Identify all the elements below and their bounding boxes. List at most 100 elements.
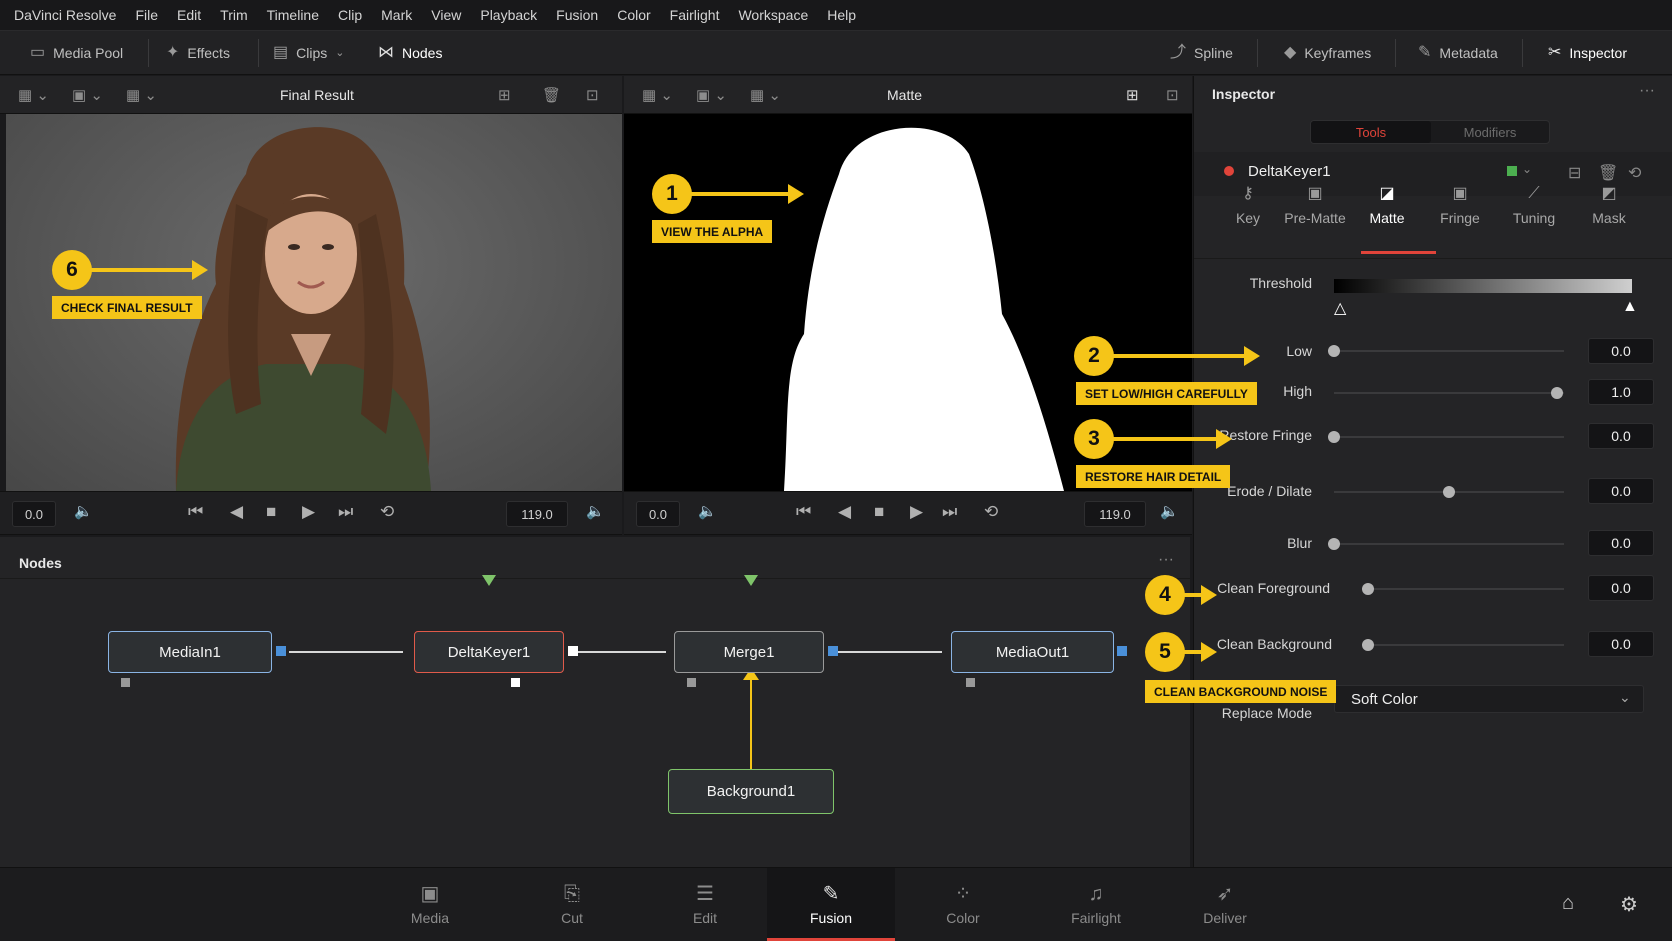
clean-foreground-slider[interactable] xyxy=(1362,583,1564,595)
metadata-button[interactable]: ✎ Metadata xyxy=(1418,31,1498,75)
skip-start-icon[interactable]: ⏮ xyxy=(188,502,203,522)
menu-trim[interactable]: Trim xyxy=(220,7,247,23)
page-deliver[interactable]: ➶ Deliver xyxy=(1161,868,1289,941)
play-icon[interactable]: ▶ xyxy=(302,502,315,522)
output-port[interactable] xyxy=(568,646,578,656)
play-icon[interactable]: ▶ xyxy=(910,502,923,522)
menu-color[interactable]: Color xyxy=(617,7,650,23)
blur-slider[interactable] xyxy=(1328,538,1564,550)
keyframes-button[interactable]: ◆ Keyframes xyxy=(1284,31,1371,75)
fit-icon[interactable]: ⊞ xyxy=(498,86,511,104)
layout-icon[interactable]: ▣ ⌄ xyxy=(72,86,103,104)
menu-edit[interactable]: Edit xyxy=(177,7,201,23)
view-options-icon[interactable]: ▦ ⌄ xyxy=(18,86,49,104)
threshold-gradient[interactable] xyxy=(1334,279,1632,293)
subtab-pre-matte[interactable]: ▣ Pre-Matte xyxy=(1279,186,1351,227)
slider-knob[interactable] xyxy=(1328,431,1340,443)
view-indicator[interactable] xyxy=(966,678,975,687)
effects-button[interactable]: ✦ Effects xyxy=(166,31,230,75)
play-reverse-icon[interactable]: ◀ xyxy=(230,502,243,522)
blur-value[interactable]: 0.0 xyxy=(1588,530,1654,556)
tab-modifiers[interactable]: Modifiers xyxy=(1431,121,1549,143)
more-options-icon[interactable]: ··· xyxy=(1639,82,1655,100)
page-media[interactable]: ▣ Media xyxy=(366,868,494,941)
page-fusion[interactable]: ✎ Fusion xyxy=(767,868,895,941)
inspector-button[interactable]: ✂ Inspector xyxy=(1548,31,1627,75)
menu-fusion[interactable]: Fusion xyxy=(556,7,598,23)
chevron-down-icon[interactable]: ⌄ xyxy=(1522,162,1532,176)
subtab-tuning[interactable]: ⟋ Tuning xyxy=(1498,186,1570,227)
time-start-field[interactable]: 0.0 xyxy=(636,501,680,527)
slider-knob[interactable] xyxy=(1362,583,1374,595)
spline-button[interactable]: ⤴ Spline xyxy=(1170,31,1233,75)
subtab-mask[interactable]: ◩ Mask xyxy=(1573,186,1645,227)
slider-knob[interactable] xyxy=(1328,345,1340,357)
restore-fringe-value[interactable]: 0.0 xyxy=(1588,423,1654,449)
slider-knob[interactable] xyxy=(1443,486,1455,498)
skip-end-icon[interactable]: ⏭ xyxy=(942,502,957,522)
time-start-field[interactable]: 0.0 xyxy=(12,501,56,527)
layout-icon[interactable]: ▣ ⌄ xyxy=(696,86,727,104)
media-pool-button[interactable]: ▭ Media Pool xyxy=(30,31,123,75)
time-end-field[interactable]: 119.0 xyxy=(506,501,568,527)
menu-help[interactable]: Help xyxy=(827,7,856,23)
more-options-icon[interactable]: ··· xyxy=(1158,551,1174,569)
replace-mode-dropdown[interactable]: Soft Color ⌄ xyxy=(1334,685,1644,713)
clips-button[interactable]: ▤ Clips ⌄ xyxy=(273,31,344,75)
home-icon[interactable]: ⌂ xyxy=(1562,892,1574,915)
nodes-button[interactable]: ⋈ Nodes xyxy=(378,31,442,75)
view-indicator[interactable] xyxy=(511,678,520,687)
subtab-key[interactable]: ⚷ Key xyxy=(1212,186,1284,227)
menu-file[interactable]: File xyxy=(135,7,158,23)
menu-playback[interactable]: Playback xyxy=(480,7,537,23)
view-indicator[interactable] xyxy=(687,678,696,687)
reset-icon[interactable]: ⟲ xyxy=(1628,163,1641,183)
low-slider[interactable] xyxy=(1328,345,1564,357)
nodes-panel[interactable]: Nodes ··· MediaIn1 DeltaKeyer1 Merge1 Me… xyxy=(0,537,1190,867)
erode-dilate-slider[interactable] xyxy=(1334,486,1564,498)
lut-icon[interactable]: ▦ ⌄ xyxy=(126,86,157,104)
tab-tools[interactable]: Tools xyxy=(1311,121,1431,143)
volume-icon[interactable]: 🔈 xyxy=(698,502,717,520)
menu-view[interactable]: View xyxy=(431,7,461,23)
menu-app[interactable]: DaVinci Resolve xyxy=(14,7,116,23)
page-fairlight[interactable]: ♫ Fairlight xyxy=(1032,868,1160,941)
subtab-fringe[interactable]: ▣ Fringe xyxy=(1424,186,1496,227)
skip-start-icon[interactable]: ⏮ xyxy=(796,502,811,522)
output-port[interactable] xyxy=(276,646,286,656)
fit-icon[interactable]: ⊞ xyxy=(1126,86,1139,104)
lut-icon[interactable]: ▦ ⌄ xyxy=(750,86,781,104)
stop-icon[interactable]: ■ xyxy=(266,502,276,522)
volume-icon[interactable]: 🔈 xyxy=(1160,502,1179,520)
trash-icon[interactable]: 🗑 xyxy=(542,86,561,104)
menu-mark[interactable]: Mark xyxy=(381,7,412,23)
high-value[interactable]: 1.0 xyxy=(1588,379,1654,405)
node-deltakeyer1[interactable]: DeltaKeyer1 xyxy=(414,631,564,673)
node-mediaout1[interactable]: MediaOut1 xyxy=(951,631,1114,673)
menu-timeline[interactable]: Timeline xyxy=(267,7,319,23)
tool-enable-toggle[interactable] xyxy=(1224,166,1234,176)
view-options-icon[interactable]: ▦ ⌄ xyxy=(642,86,673,104)
stop-icon[interactable]: ■ xyxy=(874,502,884,522)
low-handle-icon[interactable]: △ xyxy=(1334,298,1346,318)
menu-clip[interactable]: Clip xyxy=(338,7,362,23)
subtab-matte[interactable]: ◪ Matte xyxy=(1351,186,1423,227)
color-tag[interactable] xyxy=(1507,166,1517,176)
snapshot-icon[interactable]: ⊡ xyxy=(586,86,599,104)
time-end-field[interactable]: 119.0 xyxy=(1084,501,1146,527)
low-value[interactable]: 0.0 xyxy=(1588,338,1654,364)
restore-fringe-slider[interactable] xyxy=(1328,431,1564,443)
node-merge1[interactable]: Merge1 xyxy=(674,631,824,673)
node-mediain1[interactable]: MediaIn1 xyxy=(108,631,272,673)
loop-icon[interactable]: ⟲ xyxy=(984,502,998,522)
trash-icon[interactable]: 🗑 xyxy=(1598,163,1618,183)
clean-background-value[interactable]: 0.0 xyxy=(1588,631,1654,657)
slider-knob[interactable] xyxy=(1328,538,1340,550)
volume-icon[interactable]: 🔈 xyxy=(74,502,93,520)
volume-icon[interactable]: 🔈 xyxy=(586,502,605,520)
node-background1[interactable]: Background1 xyxy=(668,769,834,814)
snapshot-icon[interactable]: ⊡ xyxy=(1166,86,1179,104)
play-reverse-icon[interactable]: ◀ xyxy=(838,502,851,522)
page-color[interactable]: ⁘ Color xyxy=(899,868,1027,941)
page-edit[interactable]: ☰ Edit xyxy=(641,868,769,941)
